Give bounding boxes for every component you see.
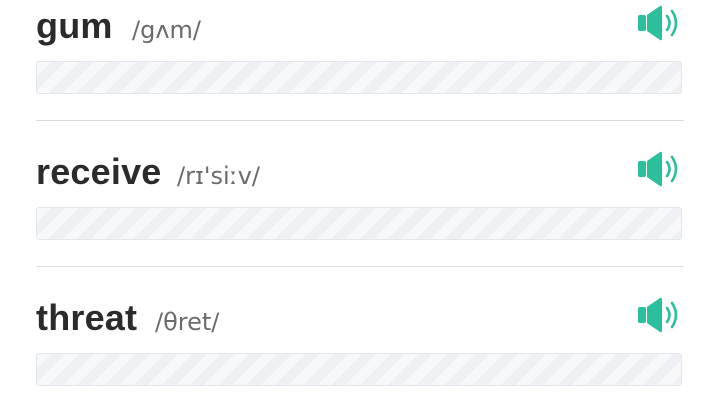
word-card-gum: gum /gʌm/	[36, 0, 684, 94]
divider	[36, 266, 684, 267]
word-text: threat	[36, 297, 138, 338]
vocabulary-list: gum /gʌm/ receive /rɪ'siːv/ threat /θret…	[0, 0, 720, 410]
divider	[36, 120, 684, 121]
play-audio-button[interactable]	[638, 296, 682, 334]
answer-input[interactable]	[36, 353, 682, 386]
play-audio-button[interactable]	[638, 150, 682, 188]
speaker-icon	[638, 297, 678, 333]
word-header: threat /θret/	[36, 292, 684, 350]
word-card-receive: receive /rɪ'siːv/	[36, 146, 684, 240]
phonetic-text: /gʌm/	[132, 16, 201, 44]
word-header: receive /rɪ'siːv/	[36, 146, 684, 204]
play-audio-button[interactable]	[638, 4, 682, 42]
answer-input[interactable]	[36, 61, 682, 94]
word-card-threat: threat /θret/	[36, 292, 684, 386]
phonetic-text: /rɪ'siːv/	[177, 162, 261, 190]
speaker-icon	[638, 5, 678, 41]
word-header: gum /gʌm/	[36, 0, 684, 58]
phonetic-text: /θret/	[155, 308, 220, 336]
speaker-icon	[638, 151, 678, 187]
word-text: gum	[36, 5, 113, 46]
word-text: receive	[36, 151, 162, 192]
answer-input[interactable]	[36, 207, 682, 240]
